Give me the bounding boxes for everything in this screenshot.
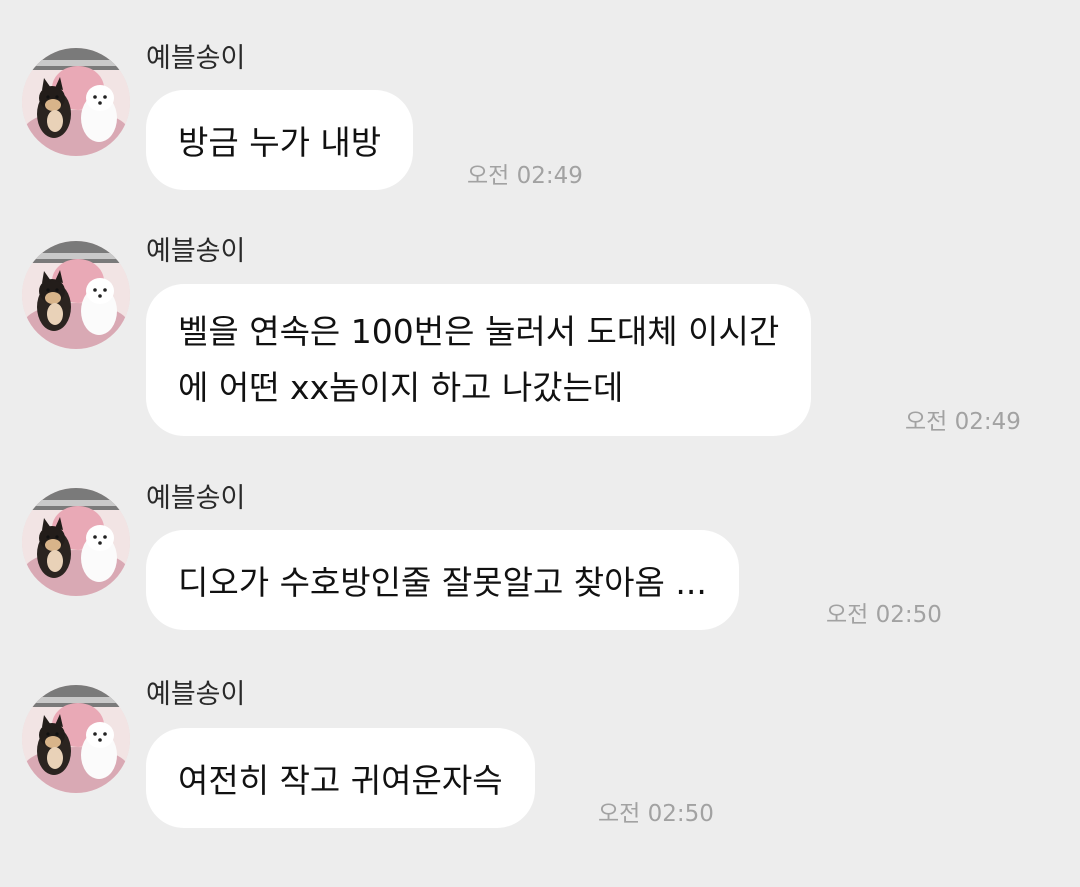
sender-name: 예블송이 xyxy=(146,236,246,267)
sender-avatar[interactable] xyxy=(22,48,130,156)
message-bubble[interactable]: 디오가 수호방인줄 잘못알고 찾아옴 ... xyxy=(146,530,739,630)
message-timestamp: 오전 02:50 xyxy=(598,801,714,827)
message-text: 벨을 연속은 100번은 눌러서 도대체 이시간 에 어떤 xx놈이지 하고 나… xyxy=(178,304,779,416)
two-dogs-avatar-icon xyxy=(22,48,130,156)
message-text: 방금 누가 내방 xyxy=(178,123,382,162)
message-text-line: 에 어떤 xx놈이지 하고 나갔는데 xyxy=(178,368,624,407)
message-text: 여전히 작고 귀여운자슥 xyxy=(178,761,503,800)
message-bubble[interactable]: 방금 누가 내방 xyxy=(146,90,414,190)
message-bubble[interactable]: 벨을 연속은 100번은 눌러서 도대체 이시간 에 어떤 xx놈이지 하고 나… xyxy=(146,284,812,436)
sender-name: 예블송이 xyxy=(146,43,246,74)
sender-avatar[interactable] xyxy=(22,241,130,349)
sender-name: 예블송이 xyxy=(146,679,246,710)
message-text: 디오가 수호방인줄 잘못알고 찾아옴 ... xyxy=(178,563,707,602)
two-dogs-avatar-icon xyxy=(22,241,130,349)
two-dogs-avatar-icon xyxy=(22,488,130,596)
message-timestamp: 오전 02:50 xyxy=(826,602,942,628)
message-bubble[interactable]: 여전히 작고 귀여운자슥 xyxy=(146,728,535,828)
message-text-line: 벨을 연속은 100번은 눌러서 도대체 이시간 xyxy=(178,312,780,351)
message-timestamp: 오전 02:49 xyxy=(905,409,1021,435)
two-dogs-avatar-icon xyxy=(22,685,130,793)
message-timestamp: 오전 02:49 xyxy=(467,163,583,189)
sender-avatar[interactable] xyxy=(22,488,130,596)
sender-avatar[interactable] xyxy=(22,685,130,793)
sender-name: 예블송이 xyxy=(146,483,246,514)
